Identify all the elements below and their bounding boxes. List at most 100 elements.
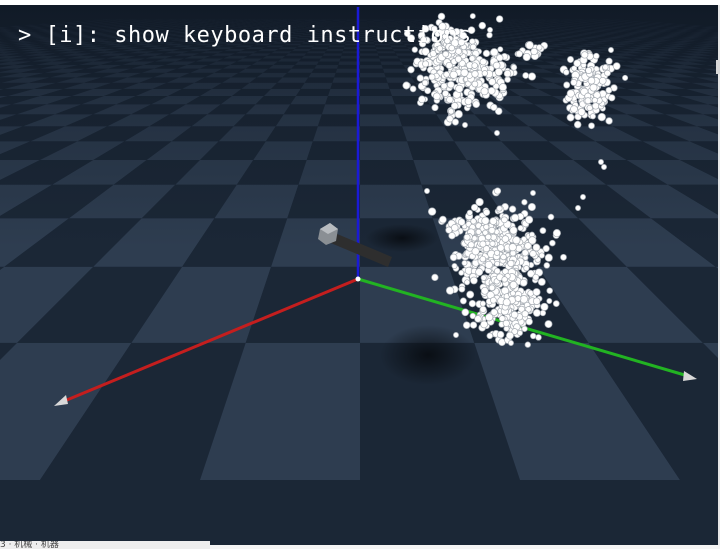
point-cloud-point [539,309,547,317]
point-cloud-point [494,67,503,76]
point-cloud-point [496,54,504,62]
point-cloud-point [481,216,490,225]
point-cloud-point [484,260,493,269]
point-cloud-point [471,62,478,69]
point-cloud-point [598,159,604,165]
point-cloud-point [584,97,592,105]
point-cloud-point [490,103,498,111]
point-cloud-point [570,105,578,113]
point-cloud-point [482,49,491,58]
point-cloud-point [519,278,528,287]
point-cloud-point [502,298,511,307]
point-cloud-point [485,233,492,241]
point-cloud-point [589,83,598,92]
point-cloud-point [480,87,489,96]
point-cloud-point [483,223,490,231]
point-cloud-point [445,61,453,70]
point-cloud-point [490,296,497,304]
point-cloud-point [478,21,487,30]
point-cloud-point [468,55,476,62]
point-cloud-point [540,302,549,311]
point-cloud-point [467,241,475,249]
point-cloud-point [546,298,553,304]
point-cloud-point [428,73,436,81]
point-cloud-point [525,41,534,50]
point-cloud-point [560,253,567,261]
point-cloud-point [521,249,529,257]
point-cloud-point [448,232,456,240]
point-cloud-point [471,70,479,78]
point-cloud-point [427,207,437,216]
point-cloud-point [461,260,468,266]
point-cloud-point [488,284,496,292]
point-cloud-point [521,325,528,332]
point-cloud-point [503,69,512,78]
point-cloud-point [439,215,447,224]
point-cloud-point [502,319,510,327]
point-cloud-point [544,320,553,329]
point-cloud-point [604,69,611,77]
point-cloud-point [509,290,516,297]
point-cloud-point [586,104,593,112]
point-cloud-point [480,286,489,295]
axis-origin [355,276,361,282]
point-cloud-point [522,72,530,79]
point-cloud-point [566,113,575,122]
point-cloud-point [468,299,477,308]
point-cloud-point [479,305,487,313]
3d-viewport[interactable]: > [i]: show keyboard instructions [0,5,718,545]
point-cloud-point [546,287,553,294]
point-cloud-point [461,308,470,317]
point-cloud-point [605,117,613,125]
point-cloud-point [597,112,606,122]
point-cloud-point [494,260,501,267]
point-cloud-shadow [380,325,476,385]
point-cloud-point [530,190,536,196]
point-cloud-point [501,216,508,224]
point-cloud-point [454,110,463,119]
point-cloud-point [566,89,575,98]
point-cloud-point [471,247,480,256]
point-cloud-point [483,208,491,216]
point-cloud-point [580,194,586,200]
point-cloud-point [409,85,417,93]
point-cloud-point [470,276,478,285]
point-cloud-point [487,26,493,33]
point-cloud-point [496,205,503,212]
point-cloud-point [488,78,496,86]
point-cloud-point [431,273,439,282]
point-cloud-point [570,78,578,86]
point-cloud-point [593,52,600,60]
point-cloud-point [552,229,561,238]
point-cloud-point [524,341,531,348]
point-cloud-point [500,253,507,261]
point-cloud-point [457,218,466,226]
point-cloud-point [563,81,571,89]
point-cloud-point [542,245,550,253]
point-cloud-point [515,50,523,58]
point-cloud-point [527,72,537,81]
scene-canvas[interactable] [0,5,718,545]
point-cloud-point [507,259,515,268]
point-cloud-point [537,277,546,286]
point-cloud-point [490,308,498,316]
point-cloud-point [577,107,586,116]
point-cloud-point [479,240,487,248]
point-cloud-point [506,331,514,340]
point-cloud-point [508,205,517,213]
point-cloud-point [552,300,560,307]
point-cloud-point [509,280,518,289]
point-cloud-point [563,69,570,76]
point-cloud-point [508,340,514,346]
point-cloud-point [469,321,478,329]
point-cloud-point [424,87,432,95]
point-cloud-point [422,60,430,68]
point-cloud-point [481,70,488,77]
point-cloud-point [479,255,487,263]
point-cloud-point [486,332,494,340]
keyboard-hint-text: > [i]: show keyboard instructions [18,23,472,48]
point-cloud-point [495,15,504,23]
point-cloud-point [585,67,593,74]
point-cloud-point [517,225,524,232]
point-cloud-point [530,47,538,56]
